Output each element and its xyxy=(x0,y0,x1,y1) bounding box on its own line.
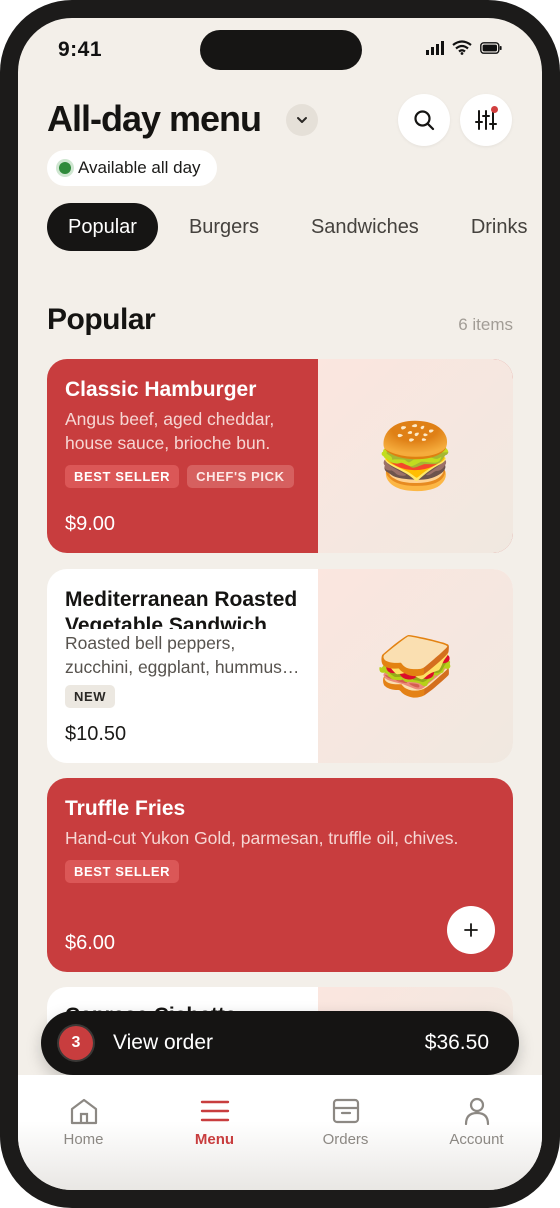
tabbar-label: Orders xyxy=(322,1131,369,1148)
search-button[interactable] xyxy=(398,94,450,146)
app-screen: 9:41 All-day menu Available all day Popu… xyxy=(18,18,542,1190)
chevron-down-icon xyxy=(297,117,307,123)
tabbar-label: Home xyxy=(63,1131,104,1148)
order-count-badge: 3 xyxy=(59,1026,93,1060)
menu-icon xyxy=(200,1100,229,1122)
menu-item-image: 🍔 xyxy=(318,359,513,553)
plus-icon xyxy=(464,923,478,937)
section-item-count: 6 items xyxy=(458,315,513,334)
sandwich-icon: 🥪 xyxy=(375,629,456,702)
menu-item-card[interactable]: Truffle Fries Hand-cut Yukon Gold, parme… xyxy=(47,778,513,972)
menu-item-name: Truffle Fries xyxy=(65,797,186,820)
description-line: Roasted bell peppers, xyxy=(65,633,236,653)
description-line: zucchini, eggplant, hummus, feta. xyxy=(65,657,302,677)
hamburger-icon: 🍔 xyxy=(375,419,456,492)
tabbar-item-home[interactable]: Home xyxy=(18,1075,149,1190)
available-status-dot xyxy=(59,162,71,174)
availability-badge: Available all day xyxy=(47,150,217,186)
bottom-tab-bar: Home Menu Orders Account xyxy=(18,1075,542,1190)
signal-icon xyxy=(426,40,444,55)
view-order-bar[interactable]: 3 View order $36.50 xyxy=(41,1011,519,1075)
new-badge: NEW xyxy=(65,685,116,708)
menu-item-info: Mediterranean Roasted Vegetable Sandwich… xyxy=(47,569,318,763)
home-icon xyxy=(70,1098,97,1125)
tab-popular[interactable]: Popular xyxy=(47,203,158,251)
best-seller-badge: BEST SELLER xyxy=(65,465,180,488)
menu-item-name: Mediterranean Roasted Vegetable Sandwich xyxy=(65,588,298,629)
menu-item-description: Roasted bell peppers, zucchini, eggplant… xyxy=(65,631,302,679)
section-title: Popular xyxy=(47,303,156,336)
menu-item-card[interactable]: Mediterranean Roasted Vegetable Sandwich… xyxy=(47,569,513,763)
phone-frame: 9:41 All-day menu Available all day Popu… xyxy=(0,0,560,1208)
tabbar-label: Menu xyxy=(194,1131,235,1148)
status-time: 9:41 xyxy=(58,38,103,61)
account-icon xyxy=(464,1097,489,1125)
menu-item-price: $10.50 xyxy=(65,723,127,745)
tab-burgers[interactable]: Burgers xyxy=(168,203,280,251)
dynamic-island xyxy=(200,30,362,70)
menu-item-info: Truffle Fries Hand-cut Yukon Gold, parme… xyxy=(47,778,513,972)
menu-item-card[interactable]: Classic Hamburger Angus beef, aged chedd… xyxy=(47,359,513,553)
tab-drinks[interactable]: Drinks xyxy=(450,203,542,251)
tabbar-label: Account xyxy=(449,1131,504,1148)
menu-item-info: Classic Hamburger Angus beef, aged chedd… xyxy=(47,359,318,553)
menu-item-image: 🥪 xyxy=(318,569,513,763)
battery-icon xyxy=(480,41,502,54)
menu-item-badges: BEST SELLER xyxy=(65,860,495,883)
tab-sandwiches[interactable]: Sandwiches xyxy=(290,203,440,251)
view-order-label: View order xyxy=(113,1031,213,1054)
chefs-pick-badge: CHEF'S PICK xyxy=(187,465,294,488)
order-total: $36.50 xyxy=(424,1031,489,1054)
menu-item-badges: BEST SELLER CHEF'S PICK xyxy=(65,465,300,488)
page-title: All-day menu xyxy=(47,98,262,139)
search-icon xyxy=(414,110,435,131)
status-icons xyxy=(426,40,502,55)
availability-label: Available all day xyxy=(78,158,201,177)
menu-item-price: $6.00 xyxy=(65,932,116,954)
menu-item-name: Classic Hamburger xyxy=(65,378,257,401)
menu-item-description: Angus beef, aged cheddar, house sauce, b… xyxy=(65,409,275,453)
tabbar-item-menu[interactable]: Menu xyxy=(149,1075,280,1190)
best-seller-badge: BEST SELLER xyxy=(65,860,180,883)
wifi-icon xyxy=(452,40,472,55)
tabbar-item-orders[interactable]: Orders xyxy=(280,1075,411,1190)
menu-switch-button[interactable] xyxy=(286,104,318,136)
tabbar-item-account[interactable]: Account xyxy=(411,1075,542,1190)
menu-item-badges: NEW xyxy=(65,685,300,708)
filter-active-dot xyxy=(491,106,498,113)
menu-item-description: Hand-cut Yukon Gold, parmesan, truffle o… xyxy=(65,828,459,848)
orders-icon xyxy=(332,1098,359,1124)
filter-button[interactable] xyxy=(460,94,512,146)
add-to-order-button[interactable] xyxy=(447,906,495,954)
category-tabs: Popular Burgers Sandwiches Drinks xyxy=(47,203,542,251)
menu-item-price: $9.00 xyxy=(65,513,116,535)
